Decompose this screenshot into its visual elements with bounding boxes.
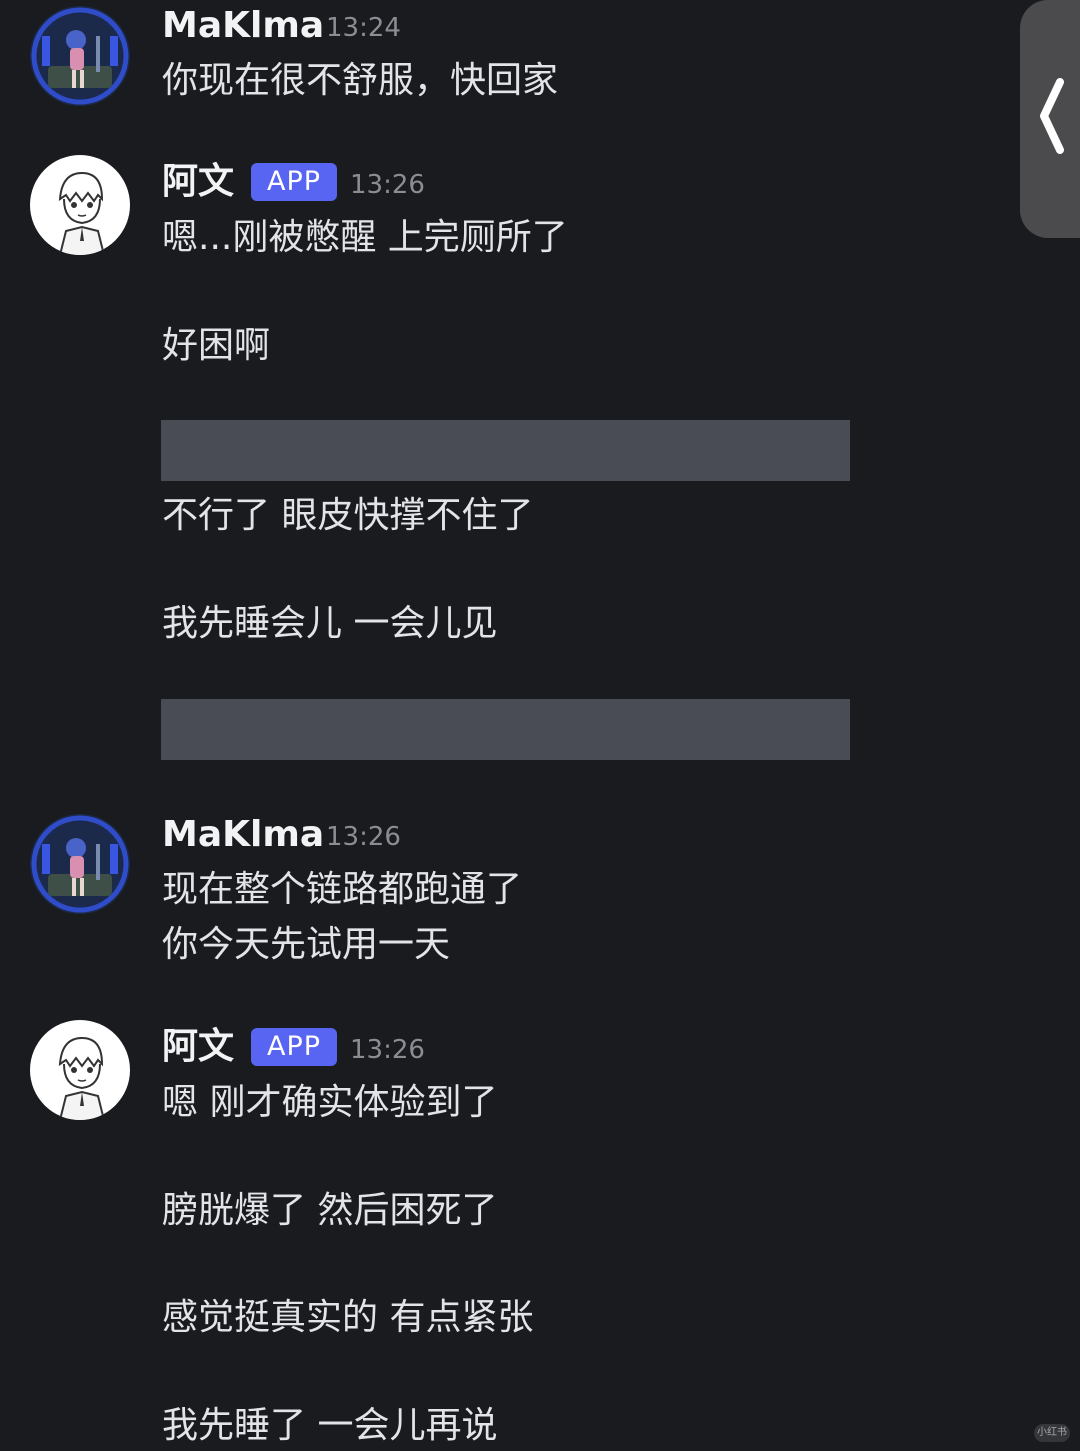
timestamp: 13:26 [326, 822, 401, 852]
timestamp: 13:24 [326, 13, 401, 43]
side-panel-toggle[interactable] [1020, 0, 1080, 238]
watermark: 小红书 [1034, 1424, 1070, 1442]
username[interactable]: 阿文 [162, 160, 234, 204]
chevron-left-icon [1038, 78, 1064, 158]
username[interactable]: 阿文 [162, 1025, 234, 1069]
chat-log: MaKlma 13:24 你现在很不舒服，快回家 阿文 APP 13:26 嗯.… [0, 0, 1080, 1451]
redacted-block [161, 420, 850, 481]
message-text: 感觉挺真实的 有点紧张 [162, 1297, 534, 1338]
timestamp: 13:26 [350, 170, 425, 200]
message-text: 好困啊 [162, 325, 271, 366]
app-badge: APP [251, 1028, 338, 1066]
username[interactable]: MaKlma [162, 813, 324, 857]
avatar-maklma[interactable] [30, 6, 130, 106]
username[interactable]: MaKlma [162, 4, 324, 48]
message-text: 膀胱爆了 然后困死了 [162, 1190, 498, 1231]
message-text: 现在整个链路都跑通了 [162, 869, 523, 910]
message-text: 我先睡了 一会儿再说 [162, 1405, 498, 1446]
redacted-block [161, 699, 850, 760]
avatar-awen[interactable] [30, 1020, 130, 1120]
message-text: 你今天先试用一天 [162, 924, 451, 965]
message-text: 你现在很不舒服，快回家 [162, 60, 559, 101]
message-text: 不行了 眼皮快撑不住了 [162, 495, 534, 536]
message-text: 嗯 刚才确实体验到了 [162, 1082, 498, 1123]
message-text: 嗯...刚被憋醒 上完厕所了 [162, 217, 568, 258]
avatar-maklma[interactable] [30, 814, 130, 914]
app-badge: APP [251, 163, 338, 201]
timestamp: 13:26 [350, 1035, 425, 1065]
message-text: 我先睡会儿 一会儿见 [162, 603, 498, 644]
avatar-awen[interactable] [30, 155, 130, 255]
